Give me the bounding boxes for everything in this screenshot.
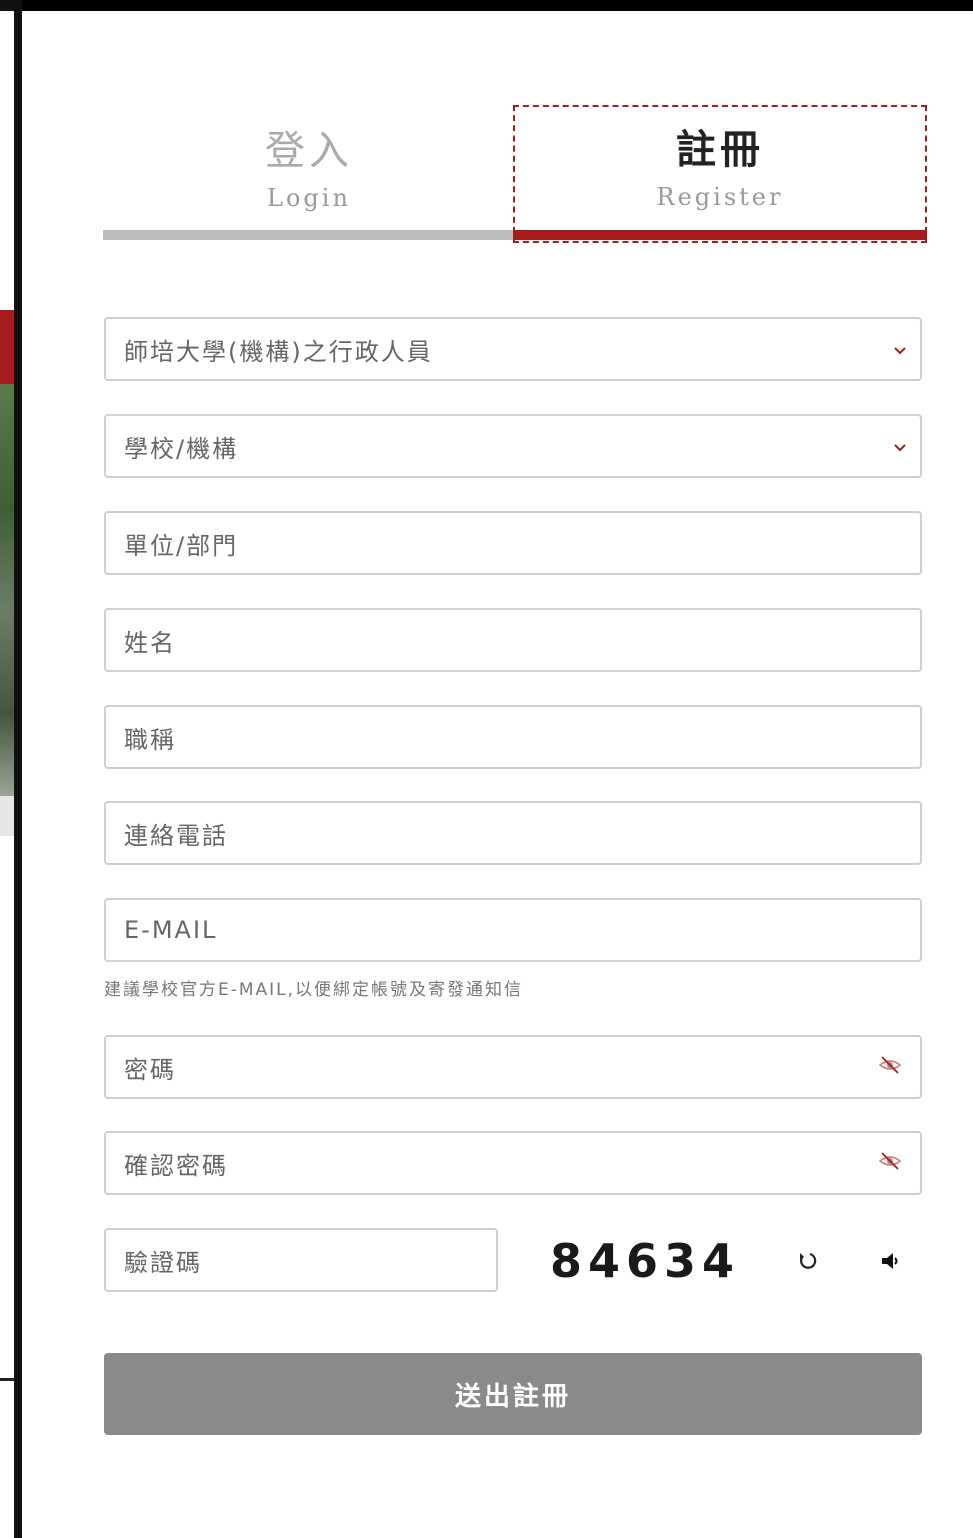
- email-input[interactable]: E-MAIL: [104, 898, 922, 962]
- school-select-placeholder: 學校/機構: [124, 434, 239, 463]
- tab-register-underline: [513, 230, 927, 240]
- confirm-password-placeholder: 確認密碼: [124, 1151, 228, 1180]
- eye-off-icon[interactable]: [860, 1149, 920, 1177]
- tab-login-underline: [103, 230, 515, 240]
- name-input[interactable]: 姓名: [104, 608, 922, 672]
- chevron-down-icon: [880, 437, 920, 456]
- captcha-placeholder: 驗證碼: [124, 1248, 202, 1277]
- refresh-icon[interactable]: [792, 1243, 824, 1279]
- background-photo: [0, 384, 14, 796]
- background-divider: [0, 1378, 14, 1381]
- chevron-down-icon: [880, 340, 920, 359]
- school-select[interactable]: 學校/機構: [104, 414, 922, 478]
- tab-register-subtitle: Register: [656, 183, 784, 211]
- confirm-password-input[interactable]: 確認密碼: [104, 1131, 922, 1195]
- password-input[interactable]: 密碼: [104, 1035, 922, 1099]
- tab-register-title: 註冊: [676, 127, 764, 173]
- tab-login[interactable]: 登入 Login: [103, 106, 515, 242]
- password-placeholder: 密碼: [124, 1055, 176, 1084]
- tab-login-subtitle: Login: [267, 184, 351, 212]
- phone-placeholder: 連絡電話: [124, 821, 228, 850]
- job-title-input[interactable]: 職稱: [104, 705, 922, 769]
- speaker-icon[interactable]: [874, 1243, 906, 1279]
- name-placeholder: 姓名: [124, 628, 176, 657]
- tab-register[interactable]: 註冊 Register: [513, 105, 927, 243]
- phone-input[interactable]: 連絡電話: [104, 801, 922, 865]
- department-placeholder: 單位/部門: [124, 531, 239, 560]
- email-hint: 建議學校官方E-MAIL,以便綁定帳號及寄發通知信: [104, 980, 524, 1000]
- eye-off-icon[interactable]: [860, 1053, 920, 1081]
- role-select-value: 師培大學(機構)之行政人員: [124, 337, 433, 366]
- register-panel: 登入 Login 註冊 Register 師培大學(機構)之行政人員 學校/機構…: [22, 11, 973, 1538]
- email-placeholder: E-MAIL: [124, 916, 218, 944]
- captcha-input[interactable]: 驗證碼: [104, 1228, 498, 1292]
- window-frame-top: [0, 0, 973, 11]
- tab-login-title: 登入: [265, 128, 353, 174]
- captcha-image: 84634: [549, 1234, 741, 1288]
- submit-register-button[interactable]: 送出註冊: [104, 1353, 922, 1435]
- job-title-placeholder: 職稱: [124, 725, 176, 754]
- department-input[interactable]: 單位/部門: [104, 511, 922, 575]
- background-red-band: [0, 310, 14, 384]
- role-select[interactable]: 師培大學(機構)之行政人員: [104, 317, 922, 381]
- background-light-band: [0, 796, 14, 836]
